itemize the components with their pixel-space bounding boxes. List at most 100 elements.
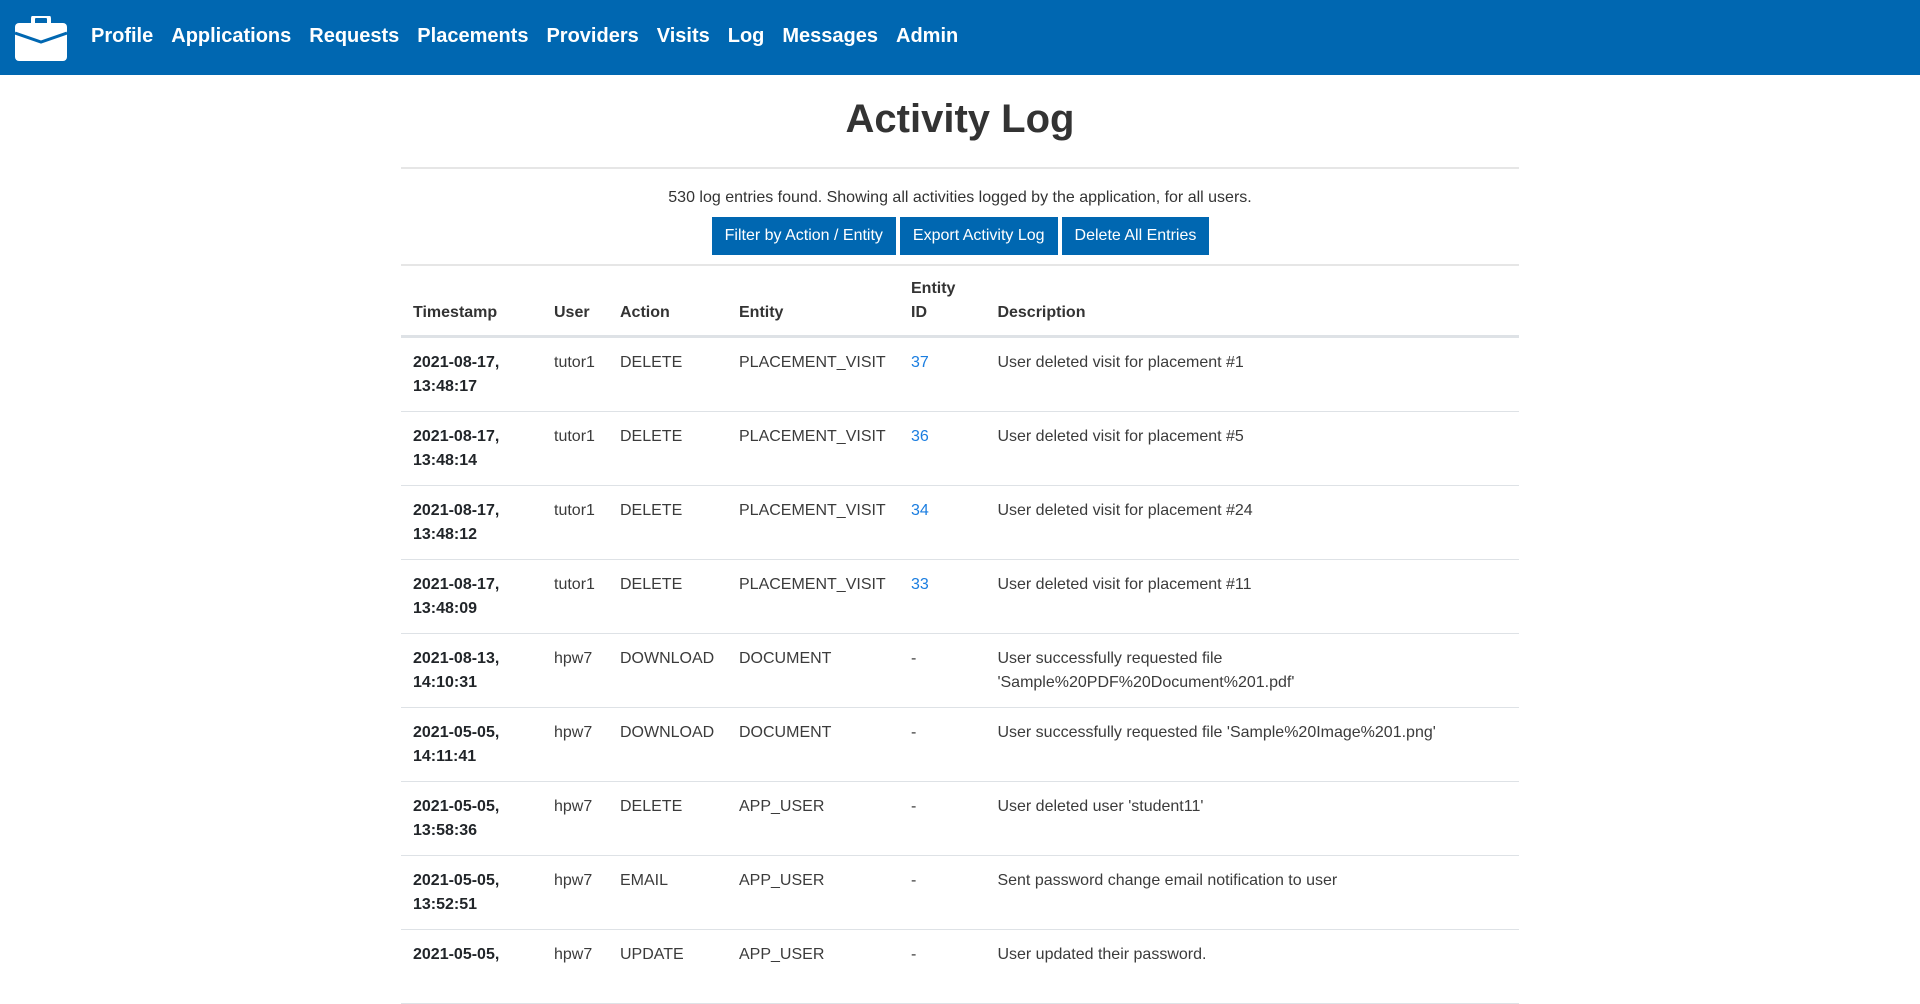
table-row: 2021-08-17, 13:48:14 tutor1 DELETE PLACEMENT…	[401, 411, 1519, 486]
timestamp-date: 2021-08-17,	[413, 354, 500, 371]
table-row: 2021-08-13, 14:10:31 hpw7 DOWNLOAD DOCUMENT -…	[401, 633, 1519, 708]
entity-id-empty: -	[911, 946, 917, 963]
cell-timestamp: 2021-05-05, 13:52:51	[401, 855, 542, 930]
timestamp-date: 2021-08-13,	[413, 650, 500, 667]
cell-description: User deleted user 'student11'	[985, 781, 1519, 856]
timestamp-date: 2021-08-17,	[413, 576, 500, 593]
cell-user: hpw7	[542, 633, 608, 708]
header-user: User	[542, 266, 608, 338]
cell-timestamp: 2021-08-17, 13:48:17	[401, 336, 542, 412]
timestamp-date: 2021-05-05,	[413, 872, 500, 889]
cell-description: User deleted visit for placement #1	[985, 336, 1519, 412]
cell-user: tutor1	[542, 411, 608, 486]
cell-action: DELETE	[608, 411, 727, 486]
nav-profile[interactable]: Profile	[91, 26, 153, 46]
nav-providers[interactable]: Providers	[546, 26, 638, 46]
cell-action: DELETE	[608, 781, 727, 856]
filter-button[interactable]: Filter by Action / Entity	[711, 217, 896, 255]
timestamp-date: 2021-05-05,	[413, 724, 500, 741]
timestamp-time: 14:10:31	[413, 674, 478, 691]
nav-visits[interactable]: Visits	[657, 26, 710, 46]
cell-timestamp: 2021-08-17, 13:48:12	[401, 485, 542, 560]
cell-entity: PLACEMENT_VISIT	[727, 411, 899, 486]
cell-entity: DOCUMENT	[727, 707, 899, 782]
table-row: 2021-05-05, 13:52:51 hpw7 EMAIL APP_USER - Sen…	[401, 855, 1519, 930]
cell-entity-id: 34	[899, 485, 986, 560]
cell-entity-id: -	[899, 633, 986, 708]
cell-timestamp: 2021-08-13, 14:10:31	[401, 633, 542, 708]
cell-description: User deleted visit for placement #5	[985, 411, 1519, 486]
timestamp-time: 13:58:36	[413, 822, 478, 839]
timestamp-date: 2021-05-05,	[413, 946, 500, 963]
nav-applications[interactable]: Applications	[171, 26, 291, 46]
timestamp-date: 2021-08-17,	[413, 502, 500, 519]
entity-id-empty: -	[911, 872, 917, 889]
entity-id-link[interactable]: 37	[911, 354, 929, 371]
entity-id-link[interactable]: 36	[911, 428, 929, 445]
header-entity: Entity	[727, 266, 899, 338]
cell-entity-id: 37	[899, 336, 986, 412]
nav-log[interactable]: Log	[728, 26, 765, 46]
cell-action: DELETE	[608, 559, 727, 634]
cell-entity: PLACEMENT_VISIT	[727, 485, 899, 560]
cell-entity-id: -	[899, 855, 986, 930]
cell-description: Sent password change email notification …	[985, 855, 1519, 930]
header-timestamp: Timestamp	[401, 266, 542, 338]
cell-entity: PLACEMENT_VISIT	[727, 559, 899, 634]
export-button[interactable]: Export Activity Log	[899, 217, 1058, 255]
cell-entity-id: 36	[899, 411, 986, 486]
timestamp-time: 13:48:12	[413, 526, 478, 543]
cell-timestamp: 2021-05-05, 13:58:36	[401, 781, 542, 856]
table-row: 2021-08-17, 13:48:12 tutor1 DELETE PLACEMENT…	[401, 485, 1519, 560]
delete-all-button[interactable]: Delete All Entries	[1061, 217, 1210, 255]
cell-entity-id: -	[899, 781, 986, 856]
cell-user: tutor1	[542, 559, 608, 634]
nav-messages[interactable]: Messages	[782, 26, 878, 46]
table-row: 2021-08-17, 13:48:09 tutor1 DELETE PLACEMENT…	[401, 559, 1519, 634]
cell-action: EMAIL	[608, 855, 727, 930]
timestamp-time: 13:48:14	[413, 452, 478, 469]
cell-description: User deleted visit for placement #11	[985, 559, 1519, 634]
nav-admin[interactable]: Admin	[896, 26, 958, 46]
timestamp-time: 14:11:41	[413, 748, 477, 765]
entity-id-empty: -	[911, 724, 917, 741]
brand-logo-link[interactable]	[14, 14, 68, 61]
main-content: Activity Log 530 log entries found. Show…	[401, 75, 1519, 1004]
cell-user: hpw7	[542, 855, 608, 930]
timestamp-date: 2021-08-17,	[413, 428, 500, 445]
cell-timestamp: 2021-08-17, 13:48:09	[401, 559, 542, 634]
table-row: 2021-05-05, 14:11:41 hpw7 DOWNLOAD DOCUMENT -…	[401, 707, 1519, 782]
timestamp-time: 13:52:51	[413, 896, 478, 913]
activity-log-table: Timestamp User Action Entity Entity ID D…	[401, 266, 1519, 1004]
cell-entity: APP_USER	[727, 855, 899, 930]
header-action: Action	[608, 266, 727, 338]
cell-user: hpw7	[542, 781, 608, 856]
cell-action: DELETE	[608, 336, 727, 412]
cell-action: DOWNLOAD	[608, 707, 727, 782]
timestamp-time: 13:48:09	[413, 600, 478, 617]
main-nav: Profile Applications Requests Placements…	[91, 0, 958, 75]
nav-placements[interactable]: Placements	[417, 26, 528, 46]
cell-description: User successfully requested file 'Sample…	[985, 707, 1519, 782]
cell-description: User deleted visit for placement #24	[985, 485, 1519, 560]
entity-id-empty: -	[911, 650, 917, 667]
nav-requests[interactable]: Requests	[309, 26, 399, 46]
table-row: 2021-08-17, 13:48:17 tutor1 DELETE PLACEMENT…	[401, 336, 1519, 412]
cell-entity: DOCUMENT	[727, 633, 899, 708]
entity-id-link[interactable]: 33	[911, 576, 929, 593]
log-summary: 530 log entries found. Showing all activ…	[668, 189, 1252, 206]
cell-entity: APP_USER	[727, 781, 899, 856]
entity-id-empty: -	[911, 798, 917, 815]
cell-timestamp: 2021-05-05, 14:11:41	[401, 707, 542, 782]
timestamp-time: 13:48:17	[413, 378, 478, 395]
header-entity-id: Entity ID	[899, 266, 986, 338]
cell-action: DELETE	[608, 485, 727, 560]
cell-entity-id: 33	[899, 559, 986, 634]
entity-id-link[interactable]: 34	[911, 502, 929, 519]
briefcase-icon	[14, 14, 68, 61]
cell-user: tutor1	[542, 485, 608, 560]
cell-entity-id: -	[899, 707, 986, 782]
cell-entity: PLACEMENT_VISIT	[727, 336, 899, 412]
cell-action: DOWNLOAD	[608, 633, 727, 708]
table-header-row: Timestamp User Action Entity Entity ID D…	[401, 266, 1519, 338]
